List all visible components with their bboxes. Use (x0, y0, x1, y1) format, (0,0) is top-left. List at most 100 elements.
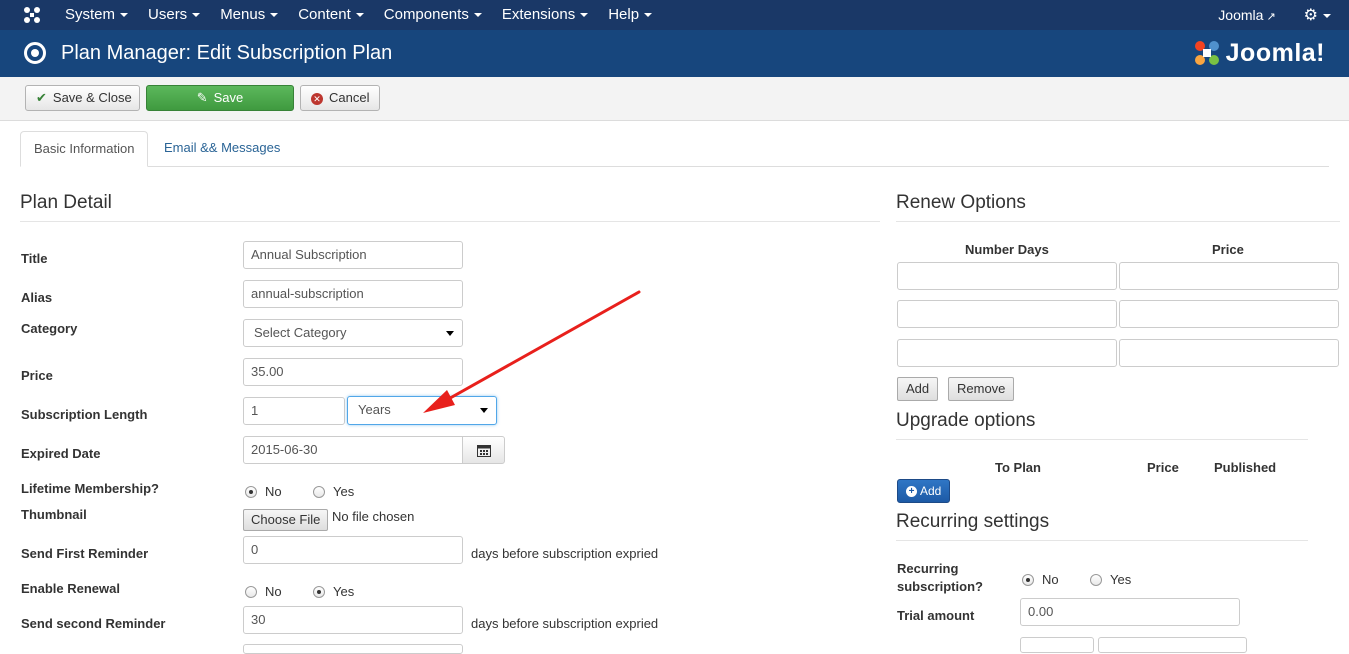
recurring-subscription-label-line1: Recurring (897, 561, 959, 576)
subscription-length-label: Subscription Length (21, 407, 148, 422)
radio-selected-icon (245, 485, 257, 498)
renewal-yes-radio[interactable]: Yes (313, 584, 354, 599)
lifetime-no-label: No (265, 484, 282, 499)
menu-components-label: Components (383, 6, 469, 23)
radio-icon (313, 485, 325, 498)
expired-date-input[interactable]: 2015-06-30 (243, 436, 463, 464)
renew-days-input[interactable] (897, 300, 1117, 328)
joomla-brand-icon (1194, 41, 1219, 65)
menu-content[interactable]: Content (288, 0, 374, 30)
site-link-label: Joomla (1218, 7, 1264, 23)
lifetime-yes-label: Yes (333, 484, 355, 499)
toolbar: ✔ Save & Close ✎ Save ✕ Cancel (0, 77, 1349, 121)
main-menu: System Users Menus Content Components Ex… (55, 0, 662, 30)
settings-menu[interactable]: ⚙ (1304, 5, 1331, 25)
target-icon (24, 42, 46, 64)
choose-file-button[interactable]: Choose File (243, 509, 329, 531)
recurring-subscription-label-line2: subscription? (897, 579, 983, 594)
annotation-arrow-shaft (434, 290, 641, 408)
cancel-label: Cancel (329, 90, 370, 105)
renewal-yes-label: Yes (333, 584, 355, 599)
lifetime-membership-label: Lifetime Membership? (21, 481, 159, 496)
close-icon: ✕ (311, 92, 323, 105)
trial-duration-input[interactable] (1020, 637, 1094, 653)
check-icon: ✔ (36, 90, 47, 105)
to-plan-column-header: To Plan (995, 460, 1041, 475)
menu-users-label: Users (148, 6, 188, 23)
edit-icon: ✎ (196, 90, 208, 105)
save-close-label: Save & Close (52, 90, 132, 105)
renew-price-input[interactable] (1119, 300, 1339, 328)
lifetime-yes-radio[interactable]: Yes (313, 484, 354, 499)
chevron-down-icon (580, 13, 589, 18)
site-link[interactable]: Joomla ↗ (1218, 7, 1275, 23)
renew-price-input[interactable] (1119, 339, 1339, 367)
renewal-no-radio[interactable]: No (245, 584, 282, 599)
menu-users[interactable]: Users (138, 0, 210, 30)
brand-text: Joomla! (1225, 38, 1325, 67)
tab-email-messages[interactable]: Email && Messages (151, 131, 293, 167)
upgrade-add-button[interactable]: + Add (897, 479, 951, 503)
menu-menus[interactable]: Menus (210, 0, 288, 30)
topnav-right: Joomla ↗ ⚙ (1218, 0, 1331, 30)
save-close-button[interactable]: ✔ Save & Close (25, 85, 140, 111)
category-label: Category (21, 321, 78, 336)
divider (896, 439, 1308, 440)
category-selected-value: Select Category (254, 325, 347, 340)
recurring-no-radio[interactable]: No (1022, 572, 1059, 587)
dropdown-arrow-icon (480, 408, 488, 413)
upgrade-price-column-header: Price (1147, 460, 1179, 475)
subscription-length-input[interactable]: 1 (243, 397, 345, 425)
radio-selected-icon (1022, 573, 1034, 586)
second-reminder-input[interactable]: 30 (243, 606, 463, 634)
renew-price-column-header: Price (1212, 242, 1244, 257)
joomla-logo-icon[interactable] (22, 5, 42, 25)
dropdown-arrow-icon (446, 331, 454, 336)
renew-remove-button[interactable]: Remove (948, 377, 1015, 401)
title-label: Title (21, 251, 48, 266)
renew-add-button[interactable]: Add (897, 377, 939, 401)
first-reminder-input[interactable]: 0 (243, 536, 463, 564)
price-input[interactable]: 35.00 (243, 358, 463, 386)
divider (896, 540, 1308, 541)
alias-label: Alias (21, 290, 53, 305)
chevron-down-icon (270, 13, 279, 18)
external-link-icon: ↗ (1266, 11, 1276, 23)
plus-circle-icon: + (906, 486, 917, 498)
menu-content-label: Content (298, 6, 351, 23)
first-reminder-label: Send First Reminder (21, 546, 149, 561)
category-select[interactable]: Select Category (243, 319, 463, 347)
renew-options-heading: Renew Options (896, 192, 1026, 213)
trial-duration-unit-select[interactable] (1098, 637, 1247, 653)
save-button[interactable]: ✎ Save (146, 85, 294, 111)
lifetime-no-radio[interactable]: No (245, 484, 282, 499)
radio-icon (1090, 573, 1102, 586)
save-label: Save (213, 90, 244, 105)
divider (20, 221, 880, 222)
next-field-input[interactable] (243, 644, 463, 654)
recurring-yes-radio[interactable]: Yes (1090, 572, 1131, 587)
calendar-button[interactable] (462, 436, 505, 464)
renew-days-input[interactable] (897, 339, 1117, 367)
menu-help-label: Help (608, 6, 640, 23)
menu-system[interactable]: System (55, 0, 138, 30)
upgrade-options-heading: Upgrade options (896, 410, 1036, 431)
menu-help[interactable]: Help (598, 0, 662, 30)
cancel-button[interactable]: ✕ Cancel (300, 85, 380, 111)
alias-input[interactable]: annual-subscription (243, 280, 463, 308)
tab-basic-information[interactable]: Basic Information (20, 131, 149, 167)
tab-bar: Basic Information Email && Messages (20, 131, 1329, 167)
menu-extensions[interactable]: Extensions (492, 0, 598, 30)
menu-components[interactable]: Components (374, 0, 492, 30)
price-label: Price (21, 368, 53, 383)
title-bar: Plan Manager: Edit Subscription Plan Joo… (0, 30, 1349, 77)
first-reminder-suffix: days before subscription expried (471, 546, 659, 561)
menu-menus-label: Menus (220, 6, 266, 23)
renew-price-input[interactable] (1119, 262, 1339, 290)
divider (896, 221, 1340, 222)
chevron-down-icon (644, 13, 653, 18)
renew-days-input[interactable] (897, 262, 1117, 290)
trial-amount-input[interactable]: 0.00 (1020, 598, 1240, 626)
subscription-length-unit-select[interactable]: Years (347, 396, 497, 425)
title-input[interactable]: Annual Subscription (243, 241, 463, 269)
